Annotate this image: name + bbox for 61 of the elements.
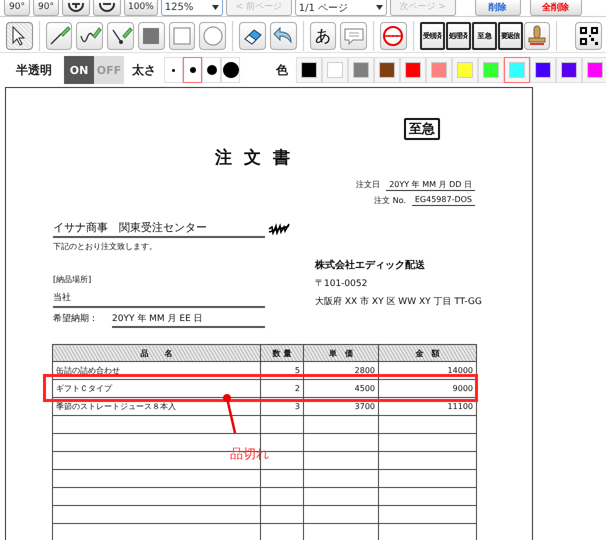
delivery-place: 当社	[53, 291, 265, 308]
table-cell: 2	[260, 380, 304, 398]
column-header: 単 価	[304, 344, 378, 362]
sender-zip: 〒101-0052	[315, 278, 368, 290]
color-label: 色	[276, 62, 288, 78]
table-cell: 14000	[378, 362, 476, 380]
order-number: EG45987-DOS	[412, 195, 475, 206]
table-cell: 3	[260, 398, 304, 416]
opacity-label: 半透明	[16, 62, 52, 78]
delete-all-button[interactable]: 全削除	[530, 0, 582, 16]
tool-button[interactable]	[76, 22, 104, 50]
delivery-label: [納品場所]	[53, 274, 92, 285]
due-date: 20YY 年 MM 月 EE 日	[112, 312, 265, 328]
zoom-in-button[interactable]	[62, 0, 90, 16]
delete-button[interactable]: 削除	[474, 0, 521, 16]
sender-address: 大阪府 XX 市 XY 区 WW XY 丁目 TT-GG	[315, 296, 482, 308]
intro-text: 下記のとおり注文致します。	[53, 241, 158, 252]
order-number-label: 注文 No.	[374, 195, 406, 206]
table-cell: 季節のストレートジュース８本入	[52, 398, 260, 416]
zoom-in-icon	[67, 2, 85, 12]
dot-icon	[222, 62, 238, 78]
tool-button[interactable]	[6, 22, 33, 50]
table-cell: 缶詰の詰め合わせ	[52, 362, 260, 380]
urgent-stamp: 至急	[404, 118, 440, 140]
table-cell: 3700	[304, 398, 378, 416]
document-title: 注 文 書	[214, 147, 294, 169]
column-header: 品 名	[52, 344, 260, 362]
sender-name: 株式会社エディック配送	[315, 258, 426, 272]
tool-button[interactable]	[270, 22, 297, 50]
circle-stamp-icon	[381, 24, 406, 48]
tool-button[interactable]	[575, 22, 602, 50]
zoom-select[interactable]: 125%	[160, 0, 223, 16]
circle-icon	[200, 24, 225, 48]
recipient-name: イサナ商事 関東受注センター	[53, 220, 265, 238]
dot-icon	[206, 65, 216, 75]
color-swatch[interactable]	[504, 57, 530, 83]
tool-button[interactable]	[107, 22, 134, 50]
table-cell: 2800	[304, 362, 378, 380]
due-date-label: 希望納期：	[53, 312, 98, 326]
toolbar-button[interactable]: 100%	[124, 0, 158, 16]
table-cell: 4500	[304, 380, 378, 398]
zoom-out-icon	[98, 2, 116, 12]
table-cell: 5	[260, 362, 304, 380]
rotate-left-button[interactable]: 90°	[4, 0, 30, 16]
page-select[interactable]: 1/1 ページ	[294, 0, 387, 16]
dot-icon	[190, 67, 196, 73]
caret-icon	[212, 5, 219, 10]
column-header: 金 額	[378, 344, 476, 362]
caret-icon	[376, 5, 383, 10]
leader-line	[223, 394, 236, 434]
dot-icon	[172, 68, 175, 72]
rotate-right-button[interactable]: 90°	[33, 0, 59, 16]
order-date-label: 注文日	[356, 179, 380, 191]
column-header: 数 量	[260, 344, 304, 362]
order-date: 20YY 年 MM 月 DD 日	[386, 179, 475, 191]
tool-button[interactable]	[239, 22, 266, 50]
text-tool-button[interactable]: あ	[310, 22, 336, 50]
toggle-option[interactable]: ON	[64, 56, 94, 84]
width-label: 太さ	[132, 62, 156, 78]
line-width-option[interactable]	[183, 57, 202, 83]
zoom-out-button[interactable]	[93, 0, 121, 16]
